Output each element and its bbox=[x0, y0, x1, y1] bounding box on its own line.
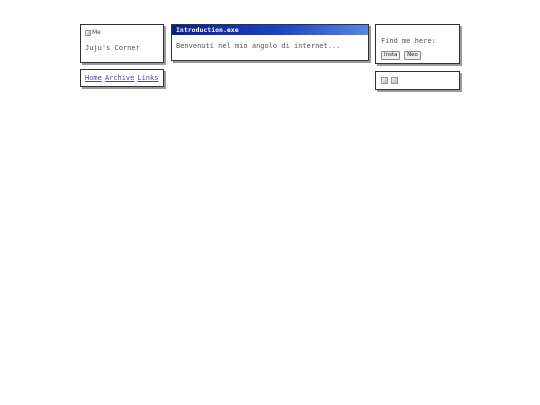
intro-window: Introduction.exe Benvenuti nel mio angol… bbox=[171, 24, 369, 61]
nav-link-home[interactable]: Home bbox=[85, 74, 102, 82]
avatar-alt-text: Me bbox=[92, 29, 101, 36]
window-content: Benvenuti nel mio angolo di internet... bbox=[176, 42, 341, 50]
nav-link-archive[interactable]: Archive bbox=[105, 74, 135, 82]
avatar: Me bbox=[85, 29, 101, 36]
social-panel: Find me here: Insta Neo bbox=[375, 24, 460, 64]
profile-panel: Me Juju's Corner bbox=[80, 24, 164, 63]
broken-image-icon bbox=[381, 77, 388, 84]
badges-panel bbox=[375, 71, 460, 90]
site-name: Juju's Corner bbox=[85, 44, 140, 52]
nav-links: Home Archive Links bbox=[85, 74, 161, 82]
broken-image-icon bbox=[391, 77, 398, 84]
window-titlebar[interactable]: Introduction.exe bbox=[172, 25, 368, 35]
social-label: Find me here: bbox=[381, 37, 436, 45]
broken-image-icon bbox=[85, 29, 91, 36]
nav-link-links[interactable]: Links bbox=[137, 74, 158, 82]
insta-button[interactable]: Insta bbox=[381, 51, 400, 60]
nav-panel: Home Archive Links bbox=[80, 69, 164, 87]
neo-button[interactable]: Neo bbox=[404, 51, 421, 60]
